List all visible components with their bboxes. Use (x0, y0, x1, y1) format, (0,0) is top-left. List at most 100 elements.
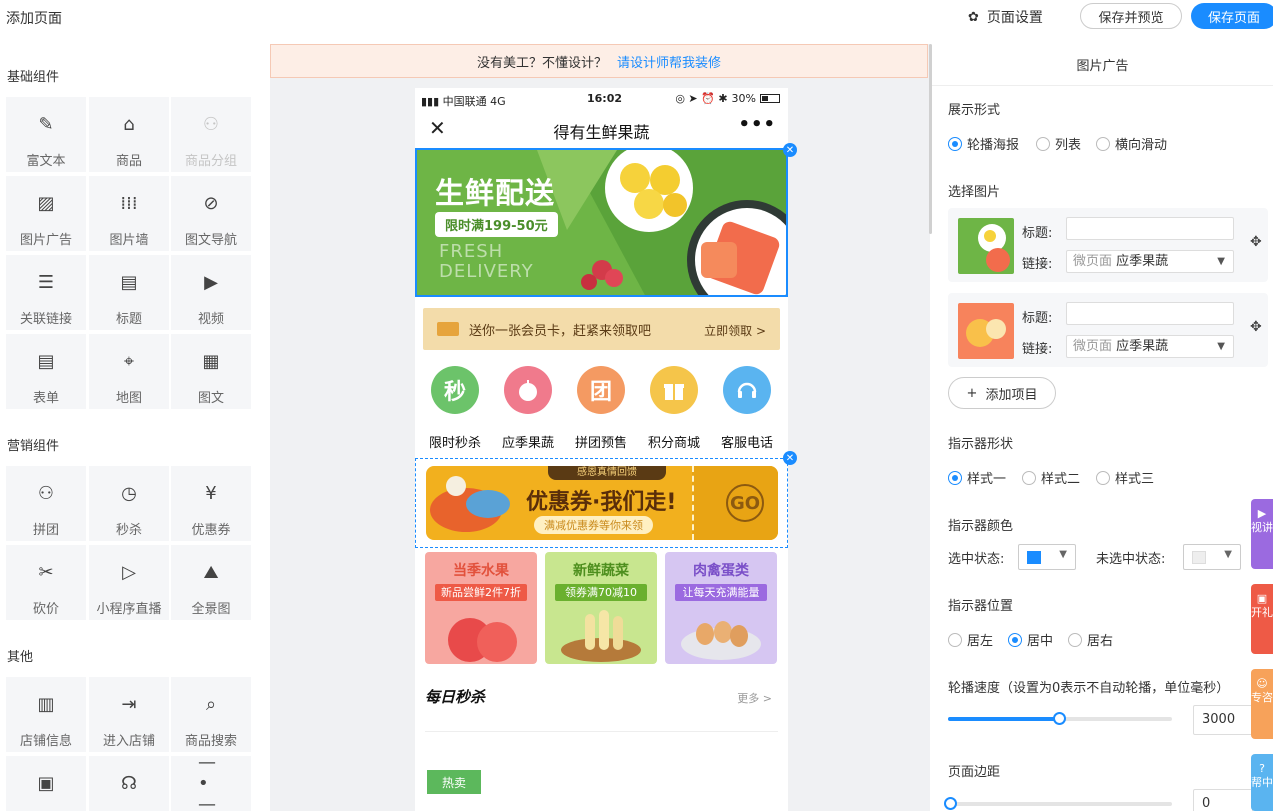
component-label: 富文本 (26, 154, 66, 169)
component-tile[interactable]: ⌖ 地图 (89, 334, 169, 409)
component-tile[interactable]: ⌂ 商品 (89, 97, 169, 172)
title-input[interactable] (1066, 302, 1234, 325)
component-tile[interactable]: ▥ 店铺信息 (6, 677, 86, 752)
selected-state-label: 选中状态: (948, 552, 1005, 567)
battery-icon (760, 94, 780, 103)
floating-gift-button[interactable]: ▣ 开礼 (1251, 584, 1273, 654)
component-tile[interactable]: ▣ (6, 756, 86, 811)
component-tile[interactable]: ✂ 砍价 (6, 545, 86, 620)
coupon-go-button[interactable]: GO (726, 484, 764, 522)
nav-label-seckill: 限时秒杀 (428, 436, 481, 451)
component-tile[interactable]: ▨ 图片广告 (6, 176, 86, 251)
component-tile[interactable]: ⌕ 商品搜索 (171, 677, 251, 752)
component-tile[interactable]: —•— (171, 752, 251, 811)
remove-banner-icon[interactable]: ✕ (783, 143, 797, 157)
speed-slider[interactable] (948, 712, 1172, 725)
shape-radio-1[interactable]: 样式一 (948, 468, 1006, 487)
component-tile[interactable]: ¥ 优惠券 (171, 466, 251, 541)
seckill-more-link[interactable]: 更多 > (737, 690, 772, 706)
article-icon: ▦ (202, 350, 220, 372)
category-card-meat-egg[interactable]: 肉禽蛋类 让每天充满能量 (665, 552, 777, 664)
category-card-fruit[interactable]: 当季水果 新品尝鲜2件7折 (425, 552, 537, 664)
floating-video-button[interactable]: ▶ 视讲 (1251, 499, 1273, 569)
nav-label-group: 拼团预售 (574, 436, 627, 451)
vip-card-bar[interactable]: 送你一张会员卡，赶紧来领取吧 立即领取 > (423, 308, 780, 350)
gift-icon: ▣ (1256, 592, 1268, 605)
unselected-color-picker[interactable]: ▼ (1183, 544, 1241, 570)
component-tile[interactable]: ▷ 小程序直播 (89, 545, 169, 620)
save-and-preview-button[interactable]: 保存并预览 (1080, 3, 1182, 29)
designer-link[interactable]: 请设计师帮我装修 (617, 52, 721, 71)
page-settings-button[interactable]: ✿ 页面设置 (968, 7, 1043, 27)
category-card-vegetable[interactable]: 新鲜蔬菜 领券满70减10 (545, 552, 657, 664)
floating-help-button[interactable]: ? 帮中 (1251, 754, 1273, 811)
save-page-button[interactable]: 保存页面 (1191, 3, 1273, 29)
image-ad-icon: ▨ (37, 192, 55, 214)
group-buy-icon: ⚇ (37, 482, 55, 504)
shape-radio-3[interactable]: 样式三 (1096, 468, 1154, 487)
component-tile[interactable]: ⚇ 商品分组 (171, 97, 251, 172)
carrier: ▮▮▮ 中国联通 4G (421, 95, 506, 108)
panorama-icon: ⛰ (203, 561, 219, 583)
link-select[interactable]: 微页面 应季果蔬 ▼ (1066, 250, 1234, 273)
component-tile[interactable]: ⛰ 全景图 (171, 545, 251, 620)
component-tile[interactable]: ☰ 关联链接 (6, 255, 86, 330)
display-radio-slide[interactable]: 横向滑动 (1096, 134, 1167, 153)
drag-move-icon[interactable]: ✥ (1250, 319, 1262, 335)
shape-radio-2[interactable]: 样式二 (1022, 468, 1080, 487)
seckill-nav-icon[interactable]: 秒 (431, 366, 479, 414)
display-radio-list[interactable]: 列表 (1036, 134, 1081, 153)
link-select[interactable]: 微页面 应季果蔬 ▼ (1066, 335, 1234, 358)
title-icon: ▤ (120, 271, 138, 293)
component-tile[interactable]: ▤ 表单 (6, 334, 86, 409)
daily-seckill-title: 每日秒杀 (425, 688, 486, 706)
component-label: 表单 (32, 391, 59, 406)
component-tile[interactable]: ▦ 图文 (171, 334, 251, 409)
slider-handle[interactable] (1053, 712, 1066, 725)
drag-move-icon[interactable]: ✥ (1250, 234, 1262, 250)
component-tile[interactable]: ▶ 视频 (171, 255, 251, 330)
image-thumbnail[interactable] (958, 218, 1014, 274)
position-radio-left[interactable]: 居左 (948, 630, 993, 649)
title-input[interactable] (1066, 217, 1234, 240)
play-icon: ▶ (1257, 507, 1267, 520)
position-radio-center[interactable]: 居中 (1008, 630, 1053, 649)
component-label: 商品分组 (184, 154, 237, 169)
speed-input[interactable]: 3000 (1193, 705, 1253, 735)
status-bar: ▮▮▮ 中国联通 4G 16:02 ◎ ➤ ⏰ ✱ 30% (415, 88, 788, 110)
group-nav-icon[interactable]: 团 (577, 366, 625, 414)
apple-icon[interactable] (504, 366, 552, 414)
coupon-icon: ¥ (205, 482, 217, 504)
component-tile[interactable]: ⚇ 拼团 (6, 466, 86, 541)
component-label: 砍价 (32, 602, 59, 617)
vip-claim-link[interactable]: 立即领取 > (704, 322, 766, 339)
image-ad-banner[interactable]: 生鲜配送 限时满199-50元 FRESH DELIVERY (415, 148, 788, 297)
vip-card-icon (437, 322, 459, 336)
headset-icon[interactable] (723, 366, 771, 414)
image-thumbnail[interactable] (958, 303, 1014, 359)
gift-icon[interactable] (650, 366, 698, 414)
add-item-button[interactable]: + 添加项目 (948, 377, 1056, 409)
component-tile[interactable]: ☊ (89, 756, 169, 811)
margin-input[interactable]: 0 (1193, 789, 1253, 811)
display-radio-carousel[interactable]: 轮播海报 (948, 134, 1019, 153)
floating-consult-button[interactable]: ☺ 专咨 (1251, 669, 1273, 739)
margin-slider[interactable] (944, 797, 1172, 810)
group-title-marketing: 营销组件 (7, 439, 60, 454)
coupon-banner[interactable]: 感恩真情回馈 优惠券·我们走! 满减优惠券等你来领 GO (415, 458, 788, 548)
notice-text: 没有美工？不懂设计？ (476, 55, 607, 71)
more-icon[interactable]: ••• (738, 114, 776, 135)
selected-color-picker[interactable]: ▼ (1018, 544, 1076, 570)
component-tile[interactable]: ⊘ 图文导航 (171, 176, 251, 251)
component-tile[interactable]: ⁞⁞⁞ 图片墙 (89, 176, 169, 251)
banner-headline: 生鲜配送 (435, 176, 556, 210)
headset-icon: ☊ (121, 772, 137, 794)
position-radio-right[interactable]: 居右 (1068, 630, 1113, 649)
component-tile[interactable]: ◷ 秒杀 (89, 466, 169, 541)
component-tile[interactable]: ▤ 标题 (89, 255, 169, 330)
component-tile[interactable]: ✎ 富文本 (6, 97, 86, 172)
list-icon: ☰ (37, 271, 55, 293)
component-tile[interactable]: ⇥ 进入店铺 (89, 677, 169, 752)
slider-handle[interactable] (944, 797, 957, 810)
remove-coupon-icon[interactable]: ✕ (783, 451, 797, 465)
